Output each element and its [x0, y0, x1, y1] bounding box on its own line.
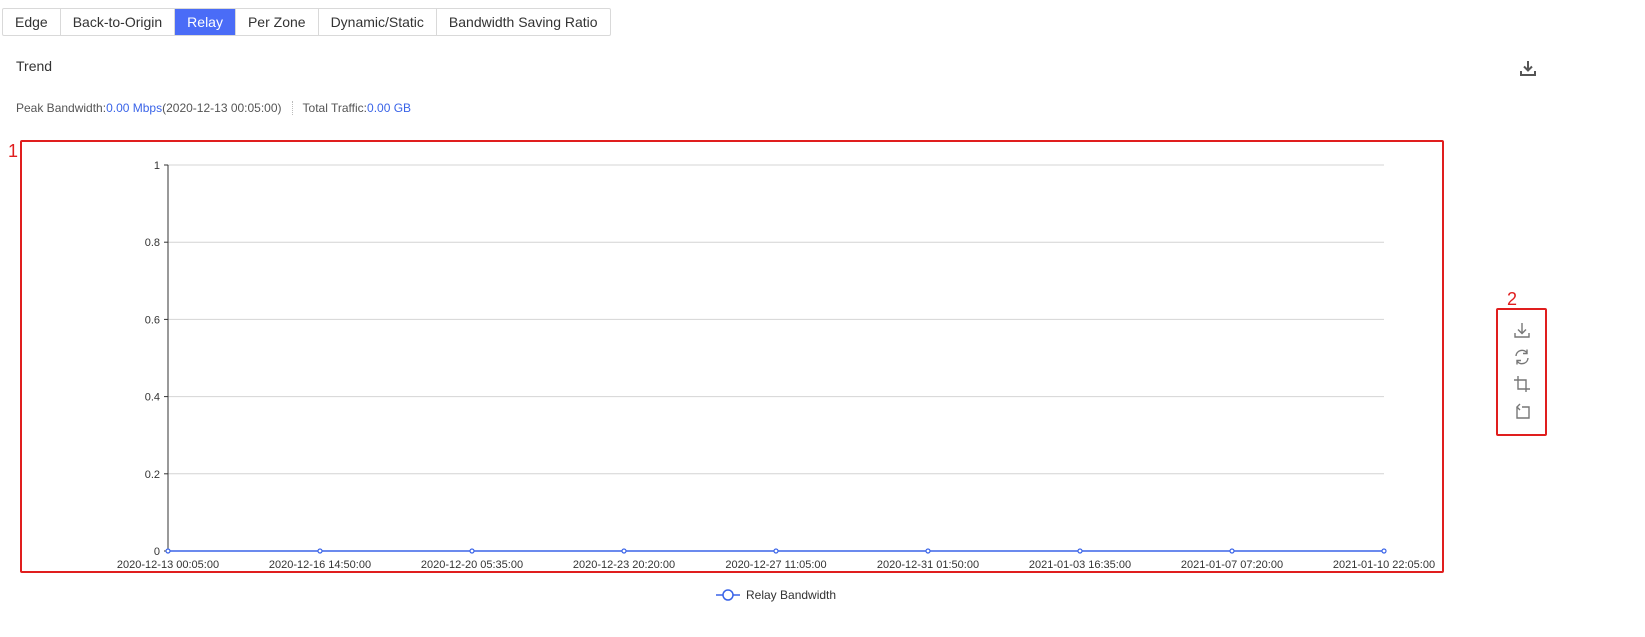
chart-toolbox — [1512, 320, 1534, 428]
chart-legend[interactable]: Relay Bandwidth — [716, 588, 836, 602]
legend-label: Relay Bandwidth — [746, 588, 837, 602]
annotation-box-chart — [20, 140, 1444, 573]
zoom-icon[interactable] — [1512, 374, 1532, 394]
zoom-reset-icon[interactable] — [1512, 401, 1532, 421]
annotation-label-2: 2 — [1507, 289, 1518, 309]
annotation-label-1: 1 — [8, 141, 19, 161]
restore-icon[interactable] — [1512, 347, 1532, 367]
save-image-icon[interactable] — [1512, 320, 1532, 340]
legend-line-icon — [716, 589, 740, 601]
